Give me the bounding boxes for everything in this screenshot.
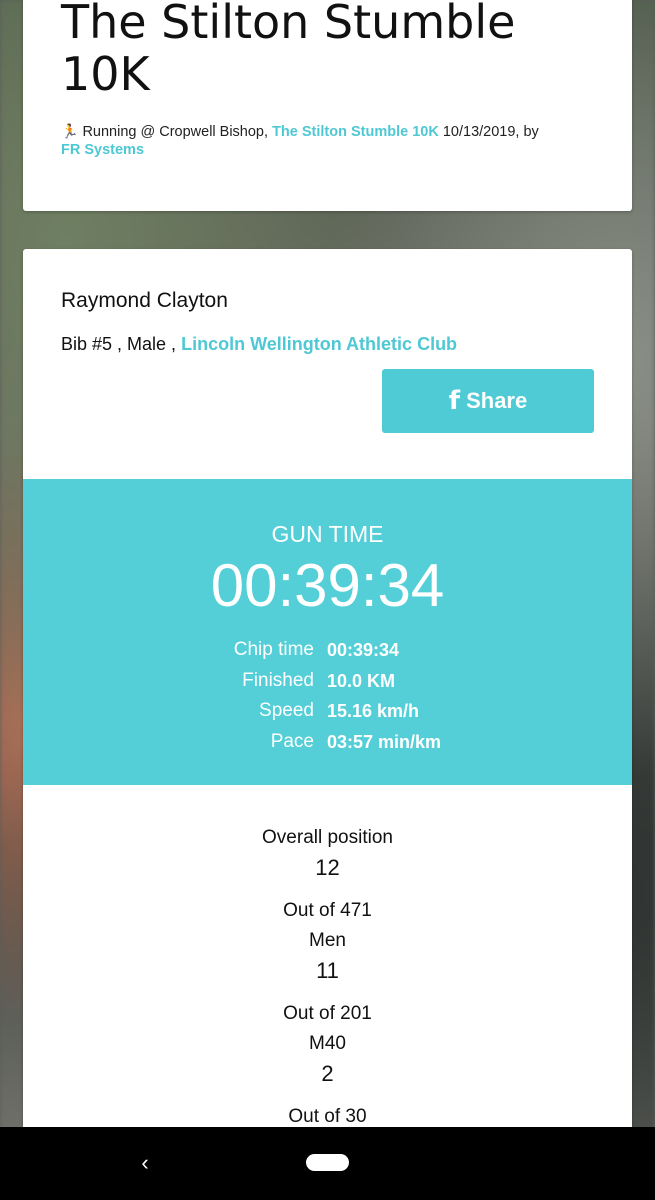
- stat-row-speed: Speed 15.16 km/h: [23, 696, 632, 727]
- stat-row-finished: Finished 10.0 KM: [23, 666, 632, 697]
- position-label: Men: [309, 930, 346, 951]
- stat-row-pace: Pace 03:57 min/km: [23, 727, 632, 758]
- result-card: Raymond Clayton Bib #5 , Male , Lincoln …: [23, 249, 632, 1149]
- bib-gender: Bib #5 , Male ,: [61, 334, 177, 354]
- position-overall: Overall position 12 Out of 471: [23, 823, 632, 926]
- running-icon: 🏃: [61, 123, 79, 139]
- activity-text: Running @ Cropwell Bishop,: [82, 124, 269, 140]
- position-m40: M40 2 Out of 30: [23, 1029, 632, 1132]
- share-button[interactable]: f Share: [382, 369, 594, 433]
- athlete-name: Raymond Clayton: [61, 289, 228, 312]
- system-nav-bar: ‹: [0, 1127, 655, 1200]
- stat-label: Pace: [270, 730, 314, 752]
- athlete-info: Bib #5 , Male , Lincoln Wellington Athle…: [61, 334, 457, 355]
- position-value: 12: [315, 855, 340, 880]
- event-date: 10/13/2019, by: [442, 124, 539, 140]
- stat-value: 15.16 km/h: [327, 701, 420, 721]
- club-link[interactable]: Lincoln Wellington Athletic Club: [181, 334, 457, 354]
- stat-value: 03:57 min/km: [327, 731, 442, 752]
- event-link[interactable]: The Stilton Stumble 10K: [272, 124, 439, 140]
- stat-label: Chip time: [233, 639, 314, 660]
- stat-value: 00:39:34: [327, 640, 400, 660]
- position-out-of: Out of 201: [283, 1003, 372, 1024]
- event-title: The Stilton Stumble 10K: [61, 0, 516, 101]
- position-label: M40: [309, 1033, 346, 1054]
- stat-row-chip-time: Chip time 00:39:34: [23, 635, 632, 666]
- event-header-card: The Stilton Stumble 10K 🏃 Running @ Cropw…: [23, 0, 632, 211]
- stat-value: 10.0 KM: [327, 670, 396, 691]
- stat-label: Speed: [259, 700, 314, 721]
- gun-time-label: GUN TIME: [271, 521, 384, 547]
- time-panel: GUN TIME 00:39:34 Chip time 00:39:34 Fin…: [23, 479, 632, 785]
- event-meta: 🏃 Running @ Cropwell Bishop, The Stilton …: [61, 122, 601, 159]
- gun-time-value: 00:39:34: [210, 552, 445, 619]
- stats-list: Chip time 00:39:34 Finished 10.0 KM Spee…: [23, 635, 632, 757]
- stat-label: Finished: [242, 669, 314, 691]
- home-pill[interactable]: [306, 1154, 349, 1171]
- facebook-icon: f: [448, 386, 461, 416]
- position-value: 11: [316, 958, 339, 983]
- positions-list: Overall position 12 Out of 471 Men 11 Ou…: [23, 823, 632, 1132]
- position-out-of: Out of 471: [283, 900, 372, 921]
- back-icon[interactable]: ‹: [134, 1149, 156, 1177]
- share-label: Share: [466, 388, 528, 413]
- position-label: Overall position: [262, 827, 393, 848]
- position-men: Men 11 Out of 201: [23, 926, 632, 1029]
- position-value: 2: [321, 1061, 334, 1086]
- organizer-link[interactable]: FR Systems: [61, 142, 144, 158]
